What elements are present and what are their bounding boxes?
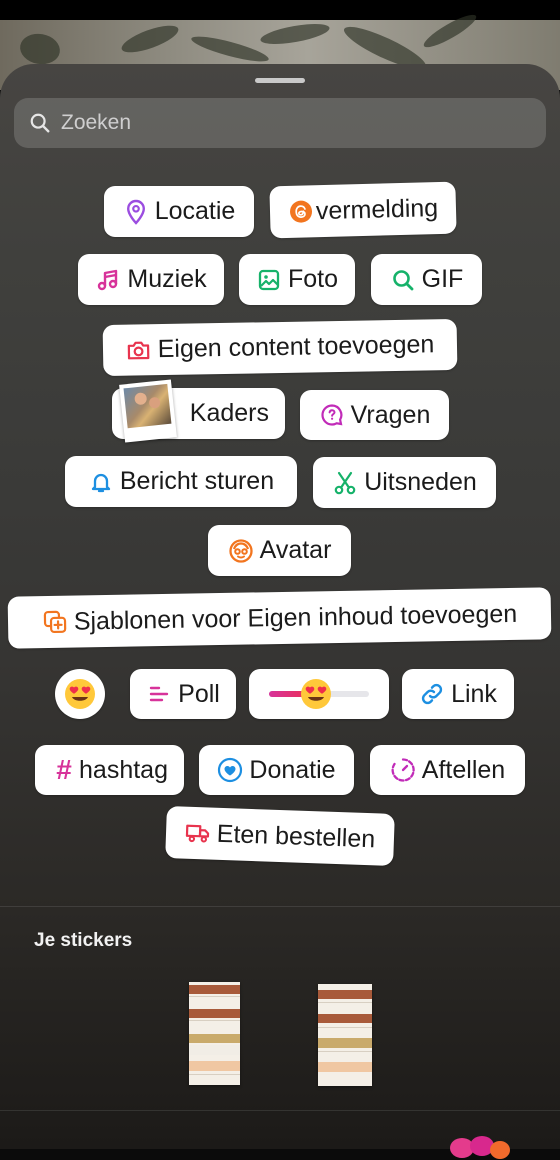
sticker-label: Avatar — [259, 536, 332, 564]
sticker-muziek[interactable]: Muziek — [78, 254, 224, 305]
sticker-label: Uitsneden — [364, 468, 477, 496]
sticker-link[interactable]: Link — [402, 669, 514, 719]
sticker-aftellen[interactable]: Aftellen — [370, 745, 525, 795]
sticker-gif[interactable]: GIF — [371, 254, 482, 305]
sticker-donatie[interactable]: Donatie — [199, 745, 354, 795]
avatar-icon — [228, 538, 254, 564]
heart-eyes-emoji-icon — [301, 679, 331, 709]
sticker-eigen-content[interactable]: Eigen content toevoegen — [102, 318, 458, 377]
sticker-sheet: Zoeken Locatie vermelding Muziek Foto GI… — [0, 64, 560, 1149]
sticker-sjablonen[interactable]: Sjablonen voor Eigen inhoud toevoegen — [7, 587, 552, 649]
sticker-eten-bestellen[interactable]: Eten bestellen — [165, 806, 395, 866]
sticker-label: Eten bestellen — [216, 819, 376, 853]
sticker-foto[interactable]: Foto — [239, 254, 355, 305]
sticker-label: Eigen content toevoegen — [157, 330, 435, 364]
sticker-label: hashtag — [79, 755, 168, 784]
search-icon — [30, 113, 50, 133]
sticker-label: GIF — [421, 265, 464, 293]
sticker-locatie[interactable]: Locatie — [104, 186, 254, 237]
heart-donation-icon — [217, 757, 243, 783]
photo-icon — [256, 267, 282, 293]
countdown-icon — [390, 757, 416, 783]
my-stickers-title: Je stickers — [34, 930, 133, 951]
sticker-label: Link — [451, 679, 497, 708]
sticker-label: Vragen — [350, 400, 431, 429]
sticker-label: Locatie — [154, 197, 236, 225]
scissors-icon — [332, 470, 358, 496]
sticker-vermelding[interactable]: vermelding — [269, 181, 457, 239]
heart-eyes-emoji-icon — [65, 679, 95, 709]
poll-icon — [146, 681, 172, 707]
my-sticker-thumbnail[interactable] — [189, 982, 240, 1085]
sticker-label: Kaders — [189, 399, 269, 427]
search-placeholder: Zoeken — [61, 111, 132, 134]
location-pin-icon — [123, 199, 149, 225]
bottom-divider — [0, 1110, 560, 1111]
partial-sticker-art — [450, 1136, 510, 1159]
sticker-emoji-slider[interactable] — [249, 669, 389, 719]
threads-icon — [288, 198, 315, 225]
sticker-label: Donatie — [249, 755, 336, 784]
section-divider — [0, 906, 560, 907]
sticker-uitsneden[interactable]: Uitsneden — [313, 457, 496, 508]
sticker-label: Foto — [287, 265, 339, 293]
sticker-label: Poll — [178, 679, 220, 708]
sheet-drag-handle[interactable] — [255, 78, 305, 83]
sticker-poll[interactable]: Poll — [130, 669, 236, 719]
templates-add-icon — [42, 609, 68, 635]
gif-search-icon — [390, 267, 416, 293]
question-icon — [319, 402, 345, 428]
food-delivery-icon — [184, 820, 211, 847]
my-sticker-thumbnail[interactable] — [318, 984, 372, 1086]
link-icon — [419, 681, 445, 707]
sticker-label: Muziek — [127, 265, 207, 293]
bell-icon — [88, 469, 114, 495]
sticker-hashtag[interactable]: # hashtag — [35, 745, 184, 795]
sticker-label: Sjablonen voor Eigen inhoud toevoegen — [73, 599, 518, 636]
search-bar[interactable]: Zoeken — [14, 98, 546, 148]
kaders-polaroid-image — [119, 379, 177, 443]
sticker-label: Bericht sturen — [119, 467, 275, 495]
sticker-label: Aftellen — [421, 755, 506, 784]
camera-icon — [125, 337, 151, 363]
sticker-bericht-sturen[interactable]: Bericht sturen — [65, 456, 297, 507]
music-note-icon — [95, 267, 121, 293]
sticker-vragen[interactable]: Vragen — [300, 390, 449, 440]
sticker-avatar[interactable]: Avatar — [208, 525, 351, 576]
sticker-emoji-reaction[interactable] — [55, 669, 105, 719]
hashtag-icon: # — [56, 754, 72, 785]
sticker-label: vermelding — [315, 193, 439, 225]
